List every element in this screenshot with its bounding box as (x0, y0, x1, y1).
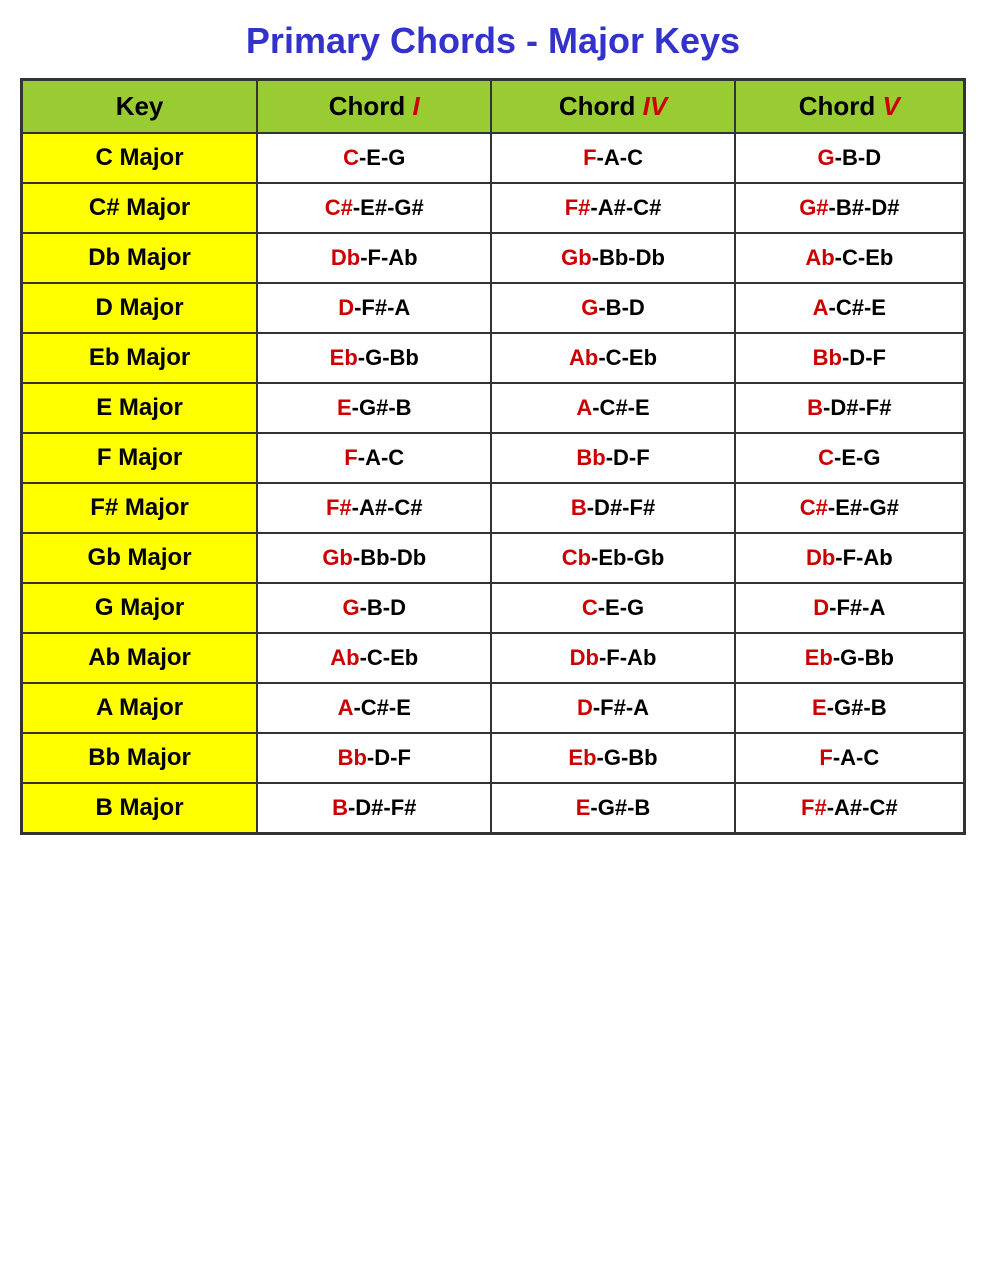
cell-chord1: A-C#-E (257, 683, 491, 733)
cell-chord4: Db-F-Ab (491, 633, 734, 683)
cell-chord1: F-A-C (257, 433, 491, 483)
cell-chord5: C-E-G (735, 433, 965, 483)
cell-chord1: B-D#-F# (257, 783, 491, 834)
cell-chord4: B-D#-F# (491, 483, 734, 533)
cell-chord1: Gb-Bb-Db (257, 533, 491, 583)
cell-chord1: G-B-D (257, 583, 491, 633)
cell-chord5: D-F#-A (735, 583, 965, 633)
cell-key: Db Major (22, 233, 258, 283)
chords-table: Key Chord I Chord IV Chord V C MajorC-E-… (20, 78, 966, 835)
page-container: Primary Chords - Major Keys Key Chord I … (20, 20, 966, 835)
cell-chord5: Eb-G-Bb (735, 633, 965, 683)
cell-chord4: A-C#-E (491, 383, 734, 433)
cell-key: C Major (22, 133, 258, 183)
cell-chord4: D-F#-A (491, 683, 734, 733)
cell-chord1: Eb-G-Bb (257, 333, 491, 383)
cell-chord1: C#-E#-G# (257, 183, 491, 233)
cell-chord5: Bb-D-F (735, 333, 965, 383)
header-chord4: Chord IV (491, 80, 734, 134)
cell-chord5: B-D#-F# (735, 383, 965, 433)
table-row: Db MajorDb-F-AbGb-Bb-DbAb-C-Eb (22, 233, 965, 283)
header-row: Key Chord I Chord IV Chord V (22, 80, 965, 134)
cell-chord4: Ab-C-Eb (491, 333, 734, 383)
table-row: A MajorA-C#-ED-F#-AE-G#-B (22, 683, 965, 733)
cell-chord4: C-E-G (491, 583, 734, 633)
cell-key: Gb Major (22, 533, 258, 583)
cell-chord4: F-A-C (491, 133, 734, 183)
cell-chord4: Cb-Eb-Gb (491, 533, 734, 583)
cell-key: D Major (22, 283, 258, 333)
header-key: Key (22, 80, 258, 134)
page-title: Primary Chords - Major Keys (20, 20, 966, 62)
cell-key: B Major (22, 783, 258, 834)
cell-chord5: A-C#-E (735, 283, 965, 333)
cell-key: Ab Major (22, 633, 258, 683)
cell-key: F Major (22, 433, 258, 483)
table-row: Ab MajorAb-C-EbDb-F-AbEb-G-Bb (22, 633, 965, 683)
table-body: C MajorC-E-GF-A-CG-B-DC# MajorC#-E#-G#F#… (22, 133, 965, 834)
header-chord5: Chord V (735, 80, 965, 134)
cell-chord5: E-G#-B (735, 683, 965, 733)
table-row: Eb MajorEb-G-BbAb-C-EbBb-D-F (22, 333, 965, 383)
cell-chord5: C#-E#-G# (735, 483, 965, 533)
table-row: F MajorF-A-CBb-D-FC-E-G (22, 433, 965, 483)
table-row: C# MajorC#-E#-G#F#-A#-C#G#-B#-D# (22, 183, 965, 233)
cell-key: G Major (22, 583, 258, 633)
table-row: Gb MajorGb-Bb-DbCb-Eb-GbDb-F-Ab (22, 533, 965, 583)
table-row: G MajorG-B-DC-E-GD-F#-A (22, 583, 965, 633)
cell-chord1: D-F#-A (257, 283, 491, 333)
cell-key: A Major (22, 683, 258, 733)
cell-chord5: G-B-D (735, 133, 965, 183)
cell-chord5: F-A-C (735, 733, 965, 783)
cell-chord4: G-B-D (491, 283, 734, 333)
cell-chord4: Eb-G-Bb (491, 733, 734, 783)
cell-chord5: Ab-C-Eb (735, 233, 965, 283)
cell-chord1: Ab-C-Eb (257, 633, 491, 683)
cell-chord1: Db-F-Ab (257, 233, 491, 283)
cell-chord4: Bb-D-F (491, 433, 734, 483)
cell-chord4: F#-A#-C# (491, 183, 734, 233)
cell-key: E Major (22, 383, 258, 433)
table-row: Bb MajorBb-D-FEb-G-BbF-A-C (22, 733, 965, 783)
cell-key: F# Major (22, 483, 258, 533)
cell-chord5: Db-F-Ab (735, 533, 965, 583)
cell-chord1: C-E-G (257, 133, 491, 183)
table-row: F# MajorF#-A#-C#B-D#-F#C#-E#-G# (22, 483, 965, 533)
cell-chord5: G#-B#-D# (735, 183, 965, 233)
cell-chord1: Bb-D-F (257, 733, 491, 783)
table-row: E MajorE-G#-BA-C#-EB-D#-F# (22, 383, 965, 433)
cell-key: Eb Major (22, 333, 258, 383)
cell-chord4: Gb-Bb-Db (491, 233, 734, 283)
cell-chord5: F#-A#-C# (735, 783, 965, 834)
cell-key: Bb Major (22, 733, 258, 783)
table-row: B MajorB-D#-F#E-G#-BF#-A#-C# (22, 783, 965, 834)
cell-key: C# Major (22, 183, 258, 233)
cell-chord1: F#-A#-C# (257, 483, 491, 533)
cell-chord1: E-G#-B (257, 383, 491, 433)
cell-chord4: E-G#-B (491, 783, 734, 834)
header-chord1: Chord I (257, 80, 491, 134)
table-row: C MajorC-E-GF-A-CG-B-D (22, 133, 965, 183)
table-row: D MajorD-F#-AG-B-DA-C#-E (22, 283, 965, 333)
